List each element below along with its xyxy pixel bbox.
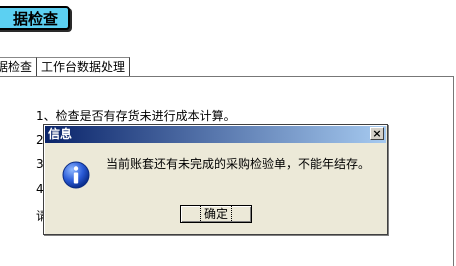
tab-bar: 据检查 工作台数据处理 <box>0 56 131 76</box>
info-dialog: 信息 × 当前账套还有未完成的采购检验单，不能年结存。 确定 <box>43 124 388 235</box>
dialog-titlebar[interactable]: 信息 × <box>45 126 386 143</box>
check-item-1: 1、检查是否有存货未进行成本计算。 <box>36 109 236 123</box>
close-icon: × <box>372 127 382 140</box>
close-button[interactable]: × <box>370 127 384 140</box>
page-title-badge: 据检查 <box>0 6 70 30</box>
ok-button[interactable]: 确定 <box>180 205 252 223</box>
dialog-title: 信息 <box>48 127 73 141</box>
dialog-message: 当前账套还有未完成的采购检验单，不能年结存。 <box>106 157 371 171</box>
tab-data-check[interactable]: 据检查 <box>0 57 38 76</box>
ok-button-label: 确定 <box>199 205 233 223</box>
tab-workbench-data-label: 工作台数据处理 <box>41 60 126 74</box>
page-title: 据检查 <box>12 9 58 28</box>
tab-workbench-data[interactable]: 工作台数据处理 <box>37 57 131 76</box>
tab-data-check-label: 据检查 <box>0 60 33 74</box>
info-icon <box>62 161 90 189</box>
